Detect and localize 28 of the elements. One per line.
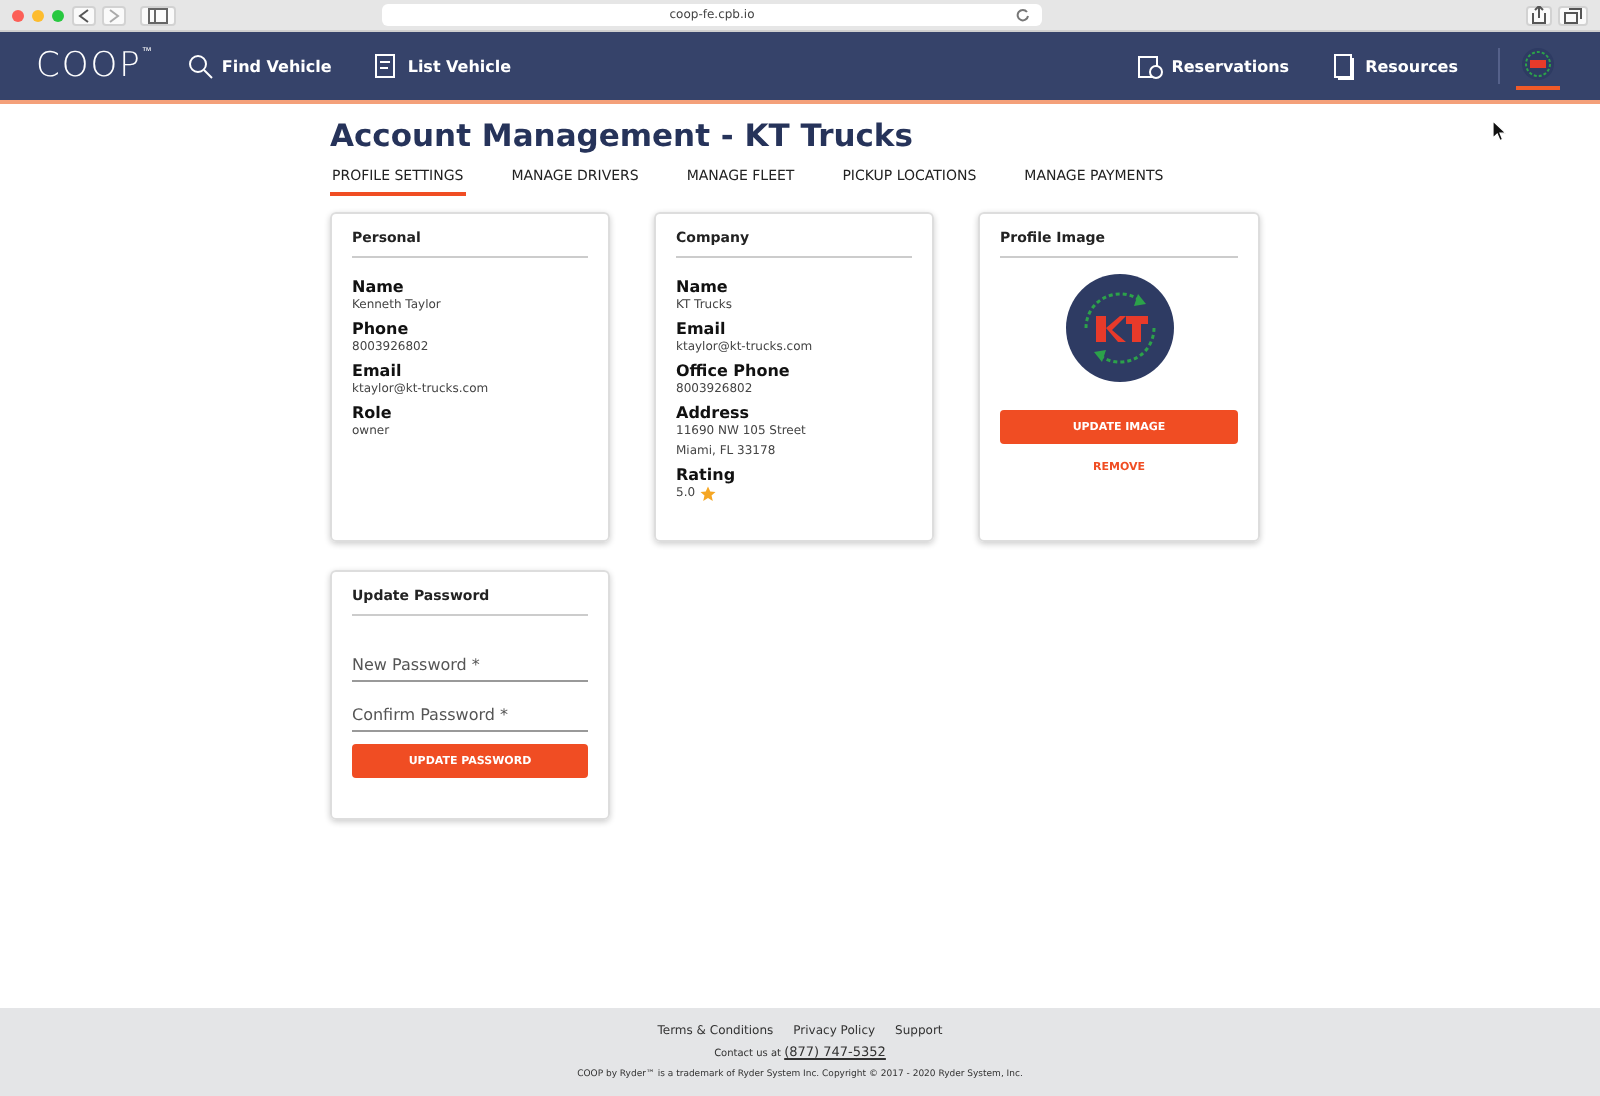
clipboard-icon <box>371 52 400 80</box>
calendar-clock-icon <box>1135 52 1164 80</box>
field-label: Address <box>676 404 752 422</box>
back-icon[interactable] <box>72 5 96 25</box>
search-icon <box>185 52 214 80</box>
field-label: Role <box>352 404 394 422</box>
field-label: Rating <box>676 466 738 484</box>
cursor-icon <box>1492 120 1508 142</box>
field-label: Office Phone <box>676 362 792 380</box>
document-icon <box>1329 52 1358 80</box>
field-label: Name <box>676 278 730 296</box>
star-icon <box>699 486 716 502</box>
sidebar-icon[interactable] <box>140 5 176 25</box>
field-label: Email <box>676 320 728 338</box>
field-label: Phone <box>352 320 411 338</box>
nav-link[interactable]: Find Vehicle <box>185 52 332 80</box>
avatar-button[interactable] <box>1516 42 1560 90</box>
nav-link[interactable]: List Vehicle <box>371 52 512 80</box>
nav-link[interactable]: Reservations <box>1135 52 1290 80</box>
page-title: Account Management - KT Trucks <box>330 118 913 154</box>
tabs-icon[interactable] <box>1558 5 1588 25</box>
field-label: Email <box>352 362 404 380</box>
logo[interactable]: COOP$^{™}$ <box>36 46 154 86</box>
close-icon[interactable] <box>12 9 24 21</box>
nav-link[interactable]: Resources <box>1329 52 1458 80</box>
reload-icon[interactable] <box>1016 8 1030 22</box>
share-icon[interactable] <box>1526 5 1552 25</box>
field-label: Name <box>352 278 406 296</box>
